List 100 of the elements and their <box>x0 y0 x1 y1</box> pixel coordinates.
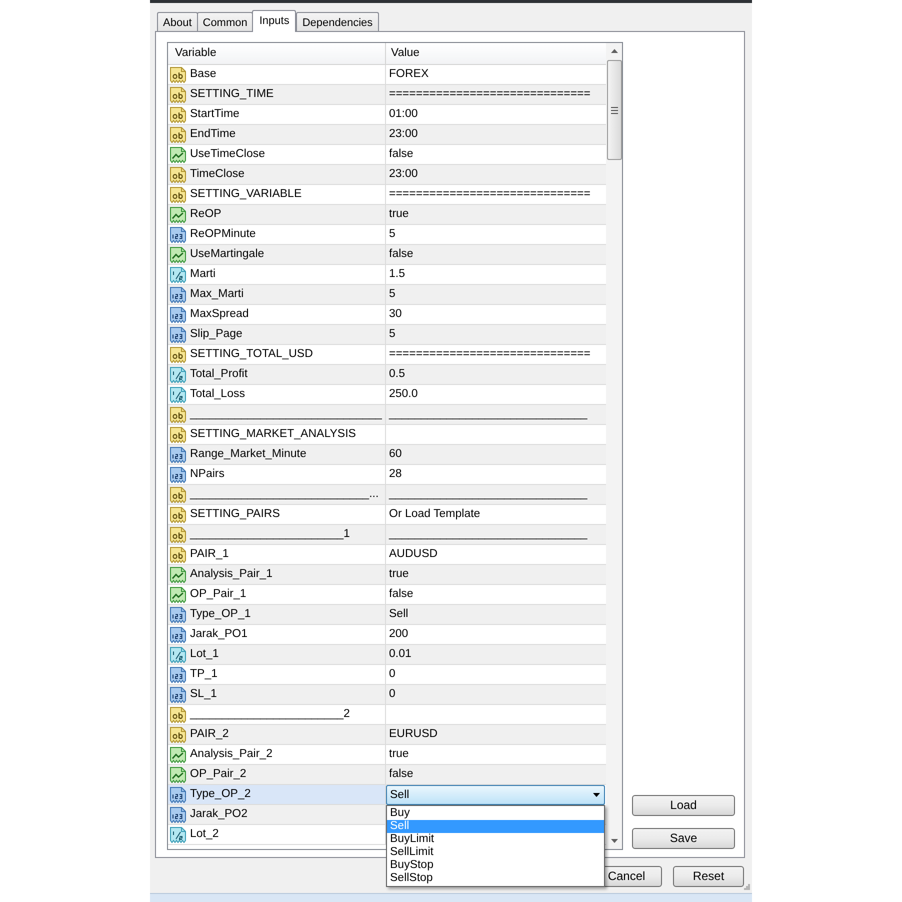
letters-tile-icon <box>170 706 186 722</box>
variable-name: Slip_Page <box>190 327 242 342</box>
column-header: Variable <box>168 43 386 65</box>
digits-tile-icon <box>170 666 186 682</box>
letters-tile-icon <box>170 726 186 742</box>
table-cell: 0 <box>386 685 606 705</box>
letters-tile-icon <box>170 526 186 542</box>
variable-name: Total_Profit <box>190 367 248 382</box>
fraction-tile-icon <box>170 386 186 402</box>
variable-name: Jarak_PO2 <box>190 807 248 822</box>
grip-icon <box>610 106 618 114</box>
fraction-tile-icon <box>170 366 186 382</box>
table-cell: 60 <box>386 445 606 465</box>
fraction-tile-icon <box>170 646 186 662</box>
variable-name: Type_OP_2 <box>190 787 251 802</box>
variable-name: SETTING_TOTAL_USD <box>190 347 313 362</box>
fraction-tile-icon <box>170 266 186 282</box>
table-cell: Sell <box>386 605 606 625</box>
scroll-thumb[interactable] <box>606 60 622 160</box>
footer-button[interactable]: Reset <box>673 866 744 887</box>
dropdown-option[interactable]: SellStop <box>387 872 604 885</box>
dropdown-option[interactable]: Buy <box>387 807 604 820</box>
graph-tile-icon <box>170 146 186 162</box>
variable-name: SL_1 <box>190 687 217 702</box>
digits-tile-icon <box>170 686 186 702</box>
digits-tile-icon <box>170 626 186 642</box>
table-cell: true <box>386 565 606 585</box>
graph-tile-icon <box>170 566 186 582</box>
letters-tile-icon <box>170 546 186 562</box>
side-button[interactable]: Load <box>632 795 735 816</box>
tab[interactable]: Inputs <box>252 10 296 32</box>
variable-name: SETTING_VARIABLE <box>190 187 302 202</box>
letters-tile-icon <box>170 346 186 362</box>
digits-tile-icon <box>170 466 186 482</box>
digits-tile-icon <box>170 326 186 342</box>
variable-name: UseTimeClose <box>190 147 265 162</box>
variable-name: Analysis_Pair_2 <box>190 747 272 762</box>
tab[interactable]: About <box>157 12 198 31</box>
digits-tile-icon <box>170 286 186 302</box>
table-cell: EURUSD <box>386 725 606 745</box>
variable-name: ______________________________ <box>190 407 382 422</box>
digits-tile-icon <box>170 806 186 822</box>
variable-name: PAIR_2 <box>190 727 229 742</box>
letters-tile-icon <box>170 406 186 422</box>
graph-tile-icon <box>170 766 186 782</box>
dropdown-option[interactable]: SellLimit <box>387 846 604 859</box>
type-dropdown[interactable]: Sell <box>386 785 605 805</box>
table-cell: 23:00 <box>386 125 606 145</box>
variable-name: UseMartingale <box>190 247 264 262</box>
variable-name: SETTING_MARKET_ANALYSIS <box>190 427 356 442</box>
letters-tile-icon <box>170 506 186 522</box>
tab[interactable]: Dependencies <box>296 12 379 31</box>
down-arrow-icon[interactable] <box>610 839 618 843</box>
variable-name: EndTime <box>190 127 236 142</box>
table-cell: _______________________________ <box>386 405 606 425</box>
table-cell: false <box>386 245 606 265</box>
letters-tile-icon <box>170 426 186 442</box>
digits-tile-icon <box>170 786 186 802</box>
resize-grip-icon <box>744 884 750 890</box>
variable-name: SETTING_TIME <box>190 87 274 102</box>
digits-tile-icon <box>170 226 186 242</box>
letters-tile-icon <box>170 66 186 82</box>
letters-tile-icon <box>170 126 186 142</box>
tab[interactable]: Common <box>196 12 254 31</box>
variable-name: Base <box>190 67 216 82</box>
table-cell: true <box>386 205 606 225</box>
up-arrow-icon[interactable] <box>610 49 618 53</box>
variable-name: Marti <box>190 267 216 282</box>
variable-name: NPairs <box>190 467 225 482</box>
letters-tile-icon <box>170 106 186 122</box>
variable-name: Total_Loss <box>190 387 245 402</box>
variable-name: Lot_2 <box>190 827 219 842</box>
side-button[interactable]: Save <box>632 828 735 849</box>
variable-name: SETTING_PAIRS <box>190 507 280 522</box>
variable-name: StartTime <box>190 107 240 122</box>
variable-name: MaxSpread <box>190 307 249 322</box>
variable-name: OP_Pair_1 <box>190 587 246 602</box>
variable-name: Range_Market_Minute <box>190 447 306 462</box>
variable-name: Lot_1 <box>190 647 219 662</box>
dropdown-option[interactable]: BuyStop <box>387 859 604 872</box>
table-cell: ============================== <box>386 85 606 105</box>
table-cell: 0.01 <box>386 645 606 665</box>
letters-tile-icon <box>170 86 186 102</box>
table-cell: false <box>386 765 606 785</box>
variable-name: OP_Pair_2 <box>190 767 246 782</box>
dropdown-option[interactable]: BuyLimit <box>387 833 604 846</box>
table-cell: _______________________________ <box>386 485 606 505</box>
table-cell: 0.5 <box>386 365 606 385</box>
fraction-tile-icon <box>170 826 186 842</box>
digits-tile-icon <box>170 306 186 322</box>
variable-name: PAIR_1 <box>190 547 229 562</box>
letters-tile-icon <box>170 166 186 182</box>
graph-tile-icon <box>170 246 186 262</box>
graph-tile-icon <box>170 206 186 222</box>
graph-tile-icon <box>170 586 186 602</box>
variable-name: Max_Marti <box>190 287 244 302</box>
variable-name: Analysis_Pair_1 <box>190 567 272 582</box>
letters-tile-icon <box>170 186 186 202</box>
table-cell: 5 <box>386 325 606 345</box>
caret-icon <box>593 793 600 797</box>
